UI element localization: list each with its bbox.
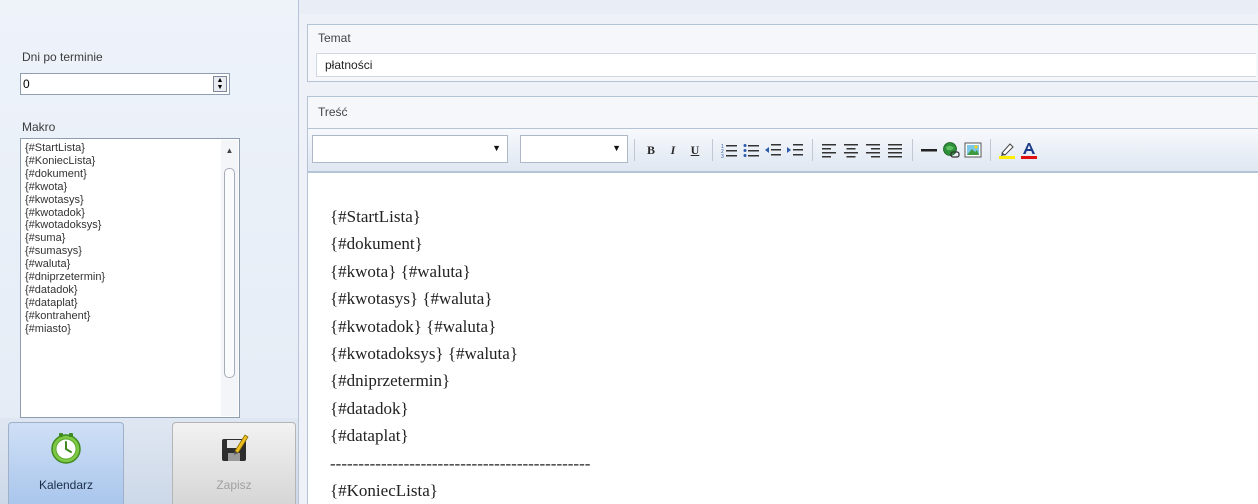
svg-text:3: 3 — [721, 154, 724, 159]
macro-label: Makro — [22, 120, 56, 134]
subject-group: Temat — [307, 24, 1258, 82]
macro-item[interactable]: {#kwotadok} — [25, 207, 105, 220]
macro-item[interactable]: {#kwota} — [25, 181, 105, 194]
macro-item[interactable]: {#waluta} — [25, 258, 105, 271]
insert-image-icon[interactable] — [964, 141, 982, 159]
editor-line: {#dokument} — [330, 234, 423, 254]
editor-line: {#kwotasys} {#waluta} — [330, 289, 493, 309]
editor-line: {#dataplat} — [330, 426, 409, 446]
highlight-icon[interactable] — [998, 141, 1016, 159]
bold-icon[interactable]: B — [642, 141, 660, 159]
editor-lines: {#StartLista} {#dokument} {#kwota} {#walut… — [330, 203, 590, 504]
macro-item[interactable]: {#dokument} — [25, 168, 105, 181]
days-after-due-input[interactable] — [23, 75, 203, 93]
justify-icon[interactable] — [886, 141, 904, 159]
editor-line: {#kwotadok} {#waluta} — [330, 316, 497, 336]
subject-input[interactable] — [316, 53, 1256, 77]
dropdown-arrow-icon[interactable]: ▼ — [612, 143, 621, 153]
save-button[interactable]: Zapisz — [172, 422, 296, 504]
bottom-button-bar: Kalendarz Zapisz — [0, 418, 298, 504]
editor-line: {#datadok} — [330, 398, 409, 418]
content-header: Treść — [307, 96, 1258, 128]
editor-line: {#StartLista} — [330, 207, 421, 226]
calendar-button-label: Kalendarz — [38, 478, 94, 492]
macro-item[interactable]: {#kwotadoksys} — [25, 219, 105, 232]
macro-items: {#StartLista} {#KoniecLista} {#dokument} {#… — [25, 142, 105, 336]
macro-item[interactable]: {#dniprzetermin} — [25, 271, 105, 284]
macro-scrollbar[interactable]: ▲ — [221, 140, 238, 416]
top-edge — [299, 0, 1258, 14]
editor-line: {#dniprzetermin} — [330, 371, 451, 391]
numbered-list-icon[interactable]: 123 — [720, 141, 738, 159]
macro-item[interactable]: {#suma} — [25, 232, 105, 245]
macro-item[interactable]: {#StartLista} — [25, 142, 105, 155]
font-size-select[interactable]: ▼ — [520, 135, 628, 163]
bullet-list-icon[interactable] — [742, 141, 760, 159]
spin-up-icon[interactable]: ▲ — [214, 77, 226, 84]
macro-item[interactable]: {#miasto} — [25, 323, 105, 336]
macro-item[interactable]: {#sumasys} — [25, 245, 105, 258]
macro-item[interactable]: {#dataplat} — [25, 297, 105, 310]
toolbar-separator — [712, 139, 713, 161]
scrollbar-thumb[interactable] — [224, 168, 235, 378]
align-center-icon[interactable] — [842, 141, 860, 159]
editor-line: ----------------------------------------… — [330, 453, 591, 473]
toolbar-separator — [990, 139, 991, 161]
macro-item[interactable]: {#KoniecLista} — [25, 155, 105, 168]
macro-item[interactable]: {#datadok} — [25, 284, 105, 297]
dropdown-arrow-icon[interactable]: ▼ — [492, 143, 501, 153]
underline-icon[interactable]: U — [686, 141, 704, 159]
subject-label: Temat — [318, 31, 351, 45]
macro-item[interactable]: {#kwotasys} — [25, 194, 105, 207]
macro-item[interactable]: {#kontrahent} — [25, 310, 105, 323]
formatting-toolbar: ▼ ▼ B I U 123 — [307, 128, 1258, 172]
italic-icon[interactable]: I — [664, 141, 682, 159]
spin-down-icon[interactable]: ▼ — [214, 84, 226, 91]
calendar-button[interactable]: Kalendarz — [8, 422, 124, 504]
left-panel: Dni po terminie ▲ ▼ Makro {#StartLista}{… — [0, 0, 299, 504]
content-editor[interactable]: {#StartLista} {#dokument} {#kwota} {#walut… — [307, 172, 1258, 504]
days-after-due-stepper[interactable]: ▲ ▼ — [20, 73, 230, 95]
toolbar-separator — [812, 139, 813, 161]
toolbar-separator — [912, 139, 913, 161]
macro-listbox[interactable]: {#StartLista} {#KoniecLista} {#dokument} {#… — [20, 138, 240, 418]
scroll-up-icon[interactable]: ▲ — [221, 146, 238, 155]
save-button-label: Zapisz — [216, 478, 252, 492]
days-after-due-label: Dni po terminie — [22, 50, 103, 64]
align-right-icon[interactable] — [864, 141, 882, 159]
font-family-select[interactable]: ▼ — [312, 135, 508, 163]
editor-line: {#kwota} {#waluta} — [330, 261, 471, 281]
align-left-icon[interactable] — [820, 141, 838, 159]
highlight-color-bar — [999, 156, 1015, 159]
spin-buttons[interactable]: ▲ ▼ — [213, 76, 227, 92]
toolbar-separator — [634, 139, 635, 161]
content-label: Treść — [318, 105, 348, 119]
horizontal-line-icon[interactable] — [920, 141, 938, 159]
calendar-clock-icon — [51, 433, 81, 464]
font-color-bar — [1021, 156, 1037, 159]
right-panel: Temat Treść ▼ ▼ B I U 123 — [299, 0, 1258, 504]
font-color-icon[interactable] — [1020, 141, 1038, 159]
outdent-icon[interactable] — [764, 141, 782, 159]
indent-icon[interactable] — [786, 141, 804, 159]
hyperlink-icon[interactable] — [942, 141, 960, 159]
save-edit-icon — [222, 434, 249, 461]
editor-line: {#kwotadoksys} {#waluta} — [330, 344, 518, 364]
editor-line: {#KoniecLista} — [330, 481, 438, 501]
